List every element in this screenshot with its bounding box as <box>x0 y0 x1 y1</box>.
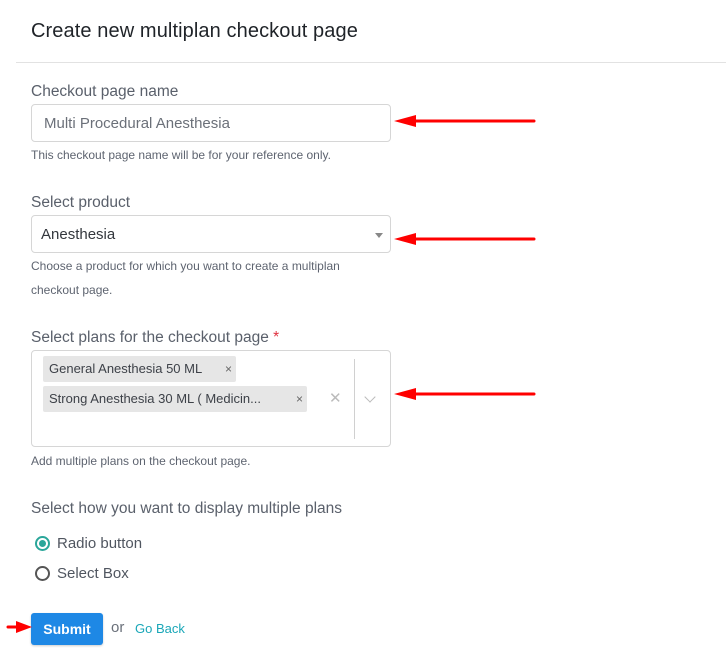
plans-label-text: Select plans for the checkout page <box>31 329 269 346</box>
radio-option-label: Radio button <box>57 535 143 552</box>
plan-chip-label: General Anesthesia 50 ML <box>49 361 203 376</box>
display-mode-label: Select how you want to display multiple … <box>31 500 343 517</box>
checkout-name-help: This checkout page name will be for your… <box>31 148 331 162</box>
annotation-arrow-icon <box>394 233 536 245</box>
plans-help: Add multiple plans on the checkout page. <box>31 454 251 468</box>
checkout-name-label: Checkout page name <box>31 83 179 100</box>
chevron-down-icon[interactable] <box>364 391 376 403</box>
product-label: Select product <box>31 194 131 211</box>
checkout-name-input[interactable] <box>31 104 391 142</box>
radio-option-radio-button[interactable]: Radio button <box>35 535 142 552</box>
page-title: Create new multiplan checkout page <box>31 20 358 42</box>
plan-chip: General Anesthesia 50 ML × <box>43 356 236 382</box>
go-back-link[interactable]: Go Back <box>135 621 185 636</box>
header-divider <box>16 62 726 63</box>
plans-label: Select plans for the checkout page * <box>31 329 279 347</box>
radio-unchecked-icon[interactable] <box>35 566 50 581</box>
submit-button[interactable]: Submit <box>31 613 103 645</box>
clear-all-icon[interactable]: ✕ <box>329 389 342 407</box>
remove-chip-icon[interactable]: × <box>225 356 232 382</box>
product-help-line-1: Choose a product for which you want to c… <box>31 259 340 273</box>
required-mark: * <box>273 329 280 346</box>
indicator-separator <box>354 359 355 439</box>
remove-chip-icon[interactable]: × <box>296 386 303 412</box>
plans-multiselect[interactable]: General Anesthesia 50 ML × Strong Anesth… <box>31 350 391 447</box>
plan-chip-label: Strong Anesthesia 30 ML ( Medicin... <box>49 391 261 406</box>
caret-down-icon <box>375 233 383 238</box>
product-selected-value: Anesthesia <box>41 226 116 243</box>
product-select[interactable]: Anesthesia <box>31 215 391 253</box>
radio-checked-icon[interactable] <box>35 536 50 551</box>
annotation-arrow-icon <box>6 621 32 633</box>
plan-chip: Strong Anesthesia 30 ML ( Medicin... × <box>43 386 307 412</box>
or-text: or <box>111 619 125 636</box>
annotation-arrow-icon <box>394 388 536 400</box>
product-help-line-2: checkout page. <box>31 283 113 297</box>
radio-option-select-box[interactable]: Select Box <box>35 565 129 582</box>
radio-option-label: Select Box <box>57 565 129 582</box>
annotation-arrow-icon <box>394 115 536 127</box>
